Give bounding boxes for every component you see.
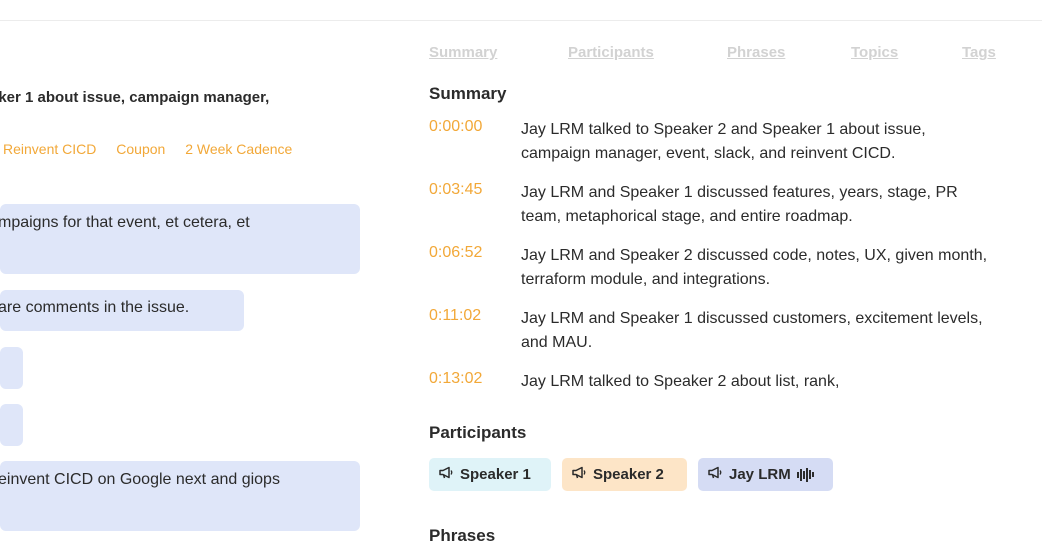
summary-text: Jay LRM and Speaker 1 discussed customer… <box>521 310 983 351</box>
timestamp-link[interactable]: 0:06:52 <box>429 244 482 262</box>
top-bar <box>0 0 1042 21</box>
participant-chip-speaker-1[interactable]: Speaker 1 <box>429 458 551 491</box>
message-bubble: are comments in the issue. <box>0 290 244 331</box>
participant-name: Speaker 2 <box>593 466 664 483</box>
summary-text: Jay LRM talked to Speaker 2 about list, … <box>521 373 840 390</box>
participant-name: Speaker 1 <box>460 466 531 483</box>
transcript-tags: Reinvent CICD Coupon 2 Week Cadence <box>3 141 308 157</box>
insights-tabs: Summary Participants Phrases Topics Tags <box>429 44 1001 64</box>
tab-tags[interactable]: Tags <box>962 44 996 61</box>
summary-item: 0:00:00 Jay LRM talked to Speaker 2 and … <box>429 118 1009 181</box>
megaphone-icon <box>439 466 454 483</box>
message-bubble <box>0 347 23 389</box>
phrases-heading: Phrases <box>429 526 496 545</box>
timestamp-link[interactable]: 0:00:00 <box>429 118 482 136</box>
summary-text: Jay LRM and Speaker 1 discussed features… <box>521 184 958 225</box>
tag-chip[interactable]: Reinvent CICD <box>3 141 96 157</box>
transcript-title: aker 1 about issue, campaign manager, <box>0 89 270 106</box>
participant-name: Jay LRM <box>729 466 791 483</box>
transcript-pane: aker 1 about issue, campaign manager, Re… <box>0 21 400 551</box>
participants-heading: Participants <box>429 423 527 442</box>
tab-summary[interactable]: Summary <box>429 44 497 61</box>
participant-chip-speaker-2[interactable]: Speaker 2 <box>562 458 687 491</box>
megaphone-icon <box>572 466 587 483</box>
summary-item: 0:03:45 Jay LRM and Speaker 1 discussed … <box>429 181 1009 244</box>
timestamp-link[interactable]: 0:11:02 <box>429 307 481 325</box>
summary-text: Jay LRM talked to Speaker 2 and Speaker … <box>521 121 926 162</box>
summary-item: 0:13:02 Jay LRM talked to Speaker 2 abou… <box>429 370 1009 402</box>
tab-phrases[interactable]: Phrases <box>727 44 785 61</box>
summary-item: 0:06:52 Jay LRM and Speaker 2 discussed … <box>429 244 1009 307</box>
tag-chip[interactable]: 2 Week Cadence <box>185 141 292 157</box>
tab-participants[interactable]: Participants <box>568 44 654 61</box>
message-bubble: einvent CICD on Google next and giops <box>0 461 360 531</box>
timestamp-link[interactable]: 0:13:02 <box>429 370 482 388</box>
summary-list[interactable]: 0:00:00 Jay LRM talked to Speaker 2 and … <box>429 118 1009 402</box>
summary-text: Jay LRM and Speaker 2 discussed code, no… <box>521 247 988 288</box>
message-bubble <box>0 404 23 446</box>
summary-heading: Summary <box>429 84 507 103</box>
tab-topics[interactable]: Topics <box>851 44 898 61</box>
summary-item: 0:11:02 Jay LRM and Speaker 1 discussed … <box>429 307 1009 370</box>
tag-chip[interactable]: Coupon <box>116 141 165 157</box>
audio-wave-icon <box>796 467 814 482</box>
megaphone-icon <box>708 466 723 483</box>
timestamp-link[interactable]: 0:03:45 <box>429 181 482 199</box>
message-bubble: mpaigns for that event, et cetera, et <box>0 204 360 274</box>
participant-chip-jay-lrm[interactable]: Jay LRM <box>698 458 833 491</box>
